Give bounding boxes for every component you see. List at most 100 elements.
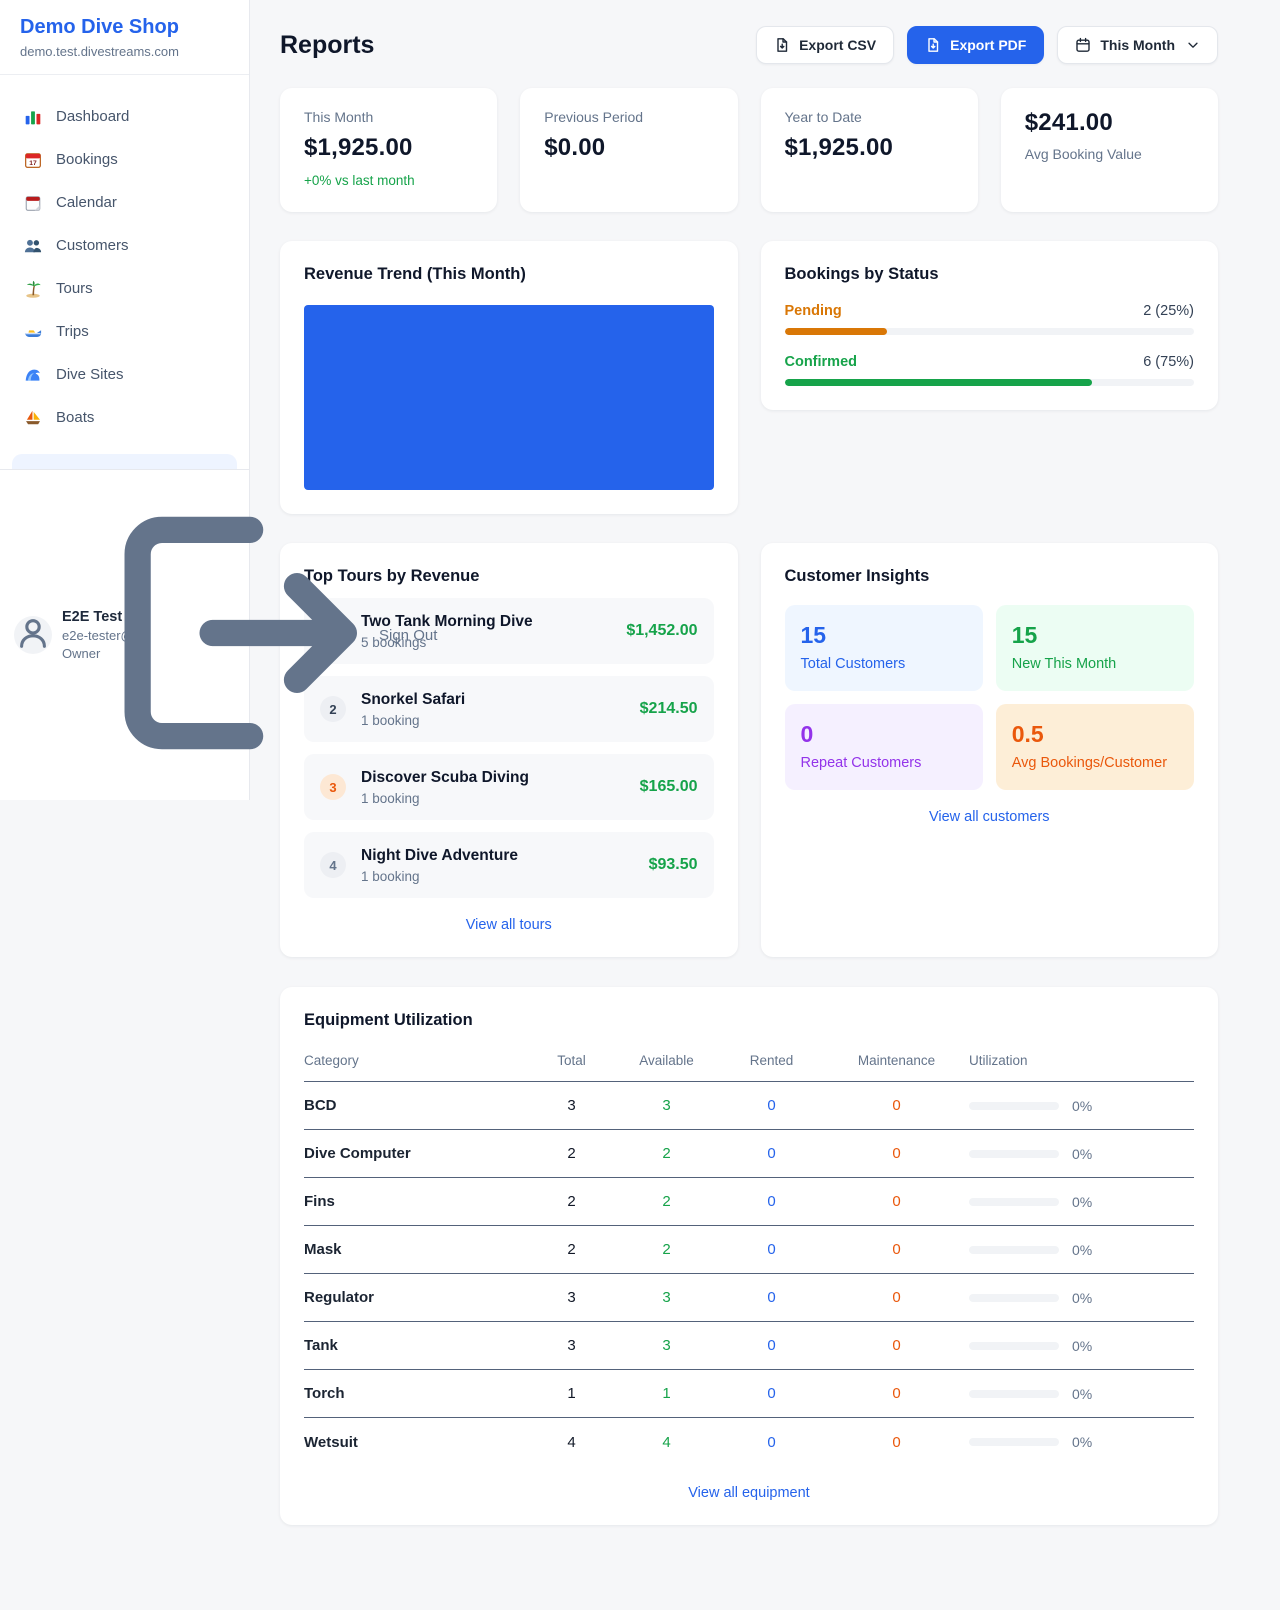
- customer-insights-title: Customer Insights: [785, 567, 1195, 586]
- insight-card: 15 Total Customers: [785, 605, 983, 691]
- equipment-table-row: Mask 2 2 0 0 0%: [304, 1226, 1194, 1274]
- stat-label: Previous Period: [544, 109, 643, 125]
- utilization-percent: 0%: [1072, 1194, 1092, 1210]
- col-rented: Rented: [719, 1053, 824, 1068]
- status-progress-track: [785, 379, 1195, 386]
- status-row: Confirmed 6 (75%): [785, 354, 1195, 386]
- tour-revenue: $93.50: [649, 856, 698, 874]
- utilization-percent: 0%: [1072, 1146, 1092, 1162]
- insight-value: 0: [801, 721, 967, 748]
- insight-label: Avg Bookings/Customer: [1012, 755, 1178, 771]
- stat-card: Avg Booking Value $241.00: [1001, 88, 1218, 212]
- svg-text:17: 17: [29, 160, 37, 167]
- equipment-total: 2: [529, 1145, 614, 1162]
- equipment-maintenance: 0: [824, 1193, 969, 1210]
- sidebar-item[interactable]: Customers: [0, 224, 249, 267]
- equipment-rented: 0: [719, 1385, 824, 1402]
- utilization-bar-track: [969, 1294, 1059, 1302]
- insight-value: 15: [1012, 622, 1178, 649]
- sidebar-nav: Dashboard 17 Bookings Calendar Customers…: [0, 75, 249, 451]
- stat-card: Year to Date $1,925.00: [761, 88, 978, 212]
- equipment-maintenance: 0: [824, 1097, 969, 1114]
- equipment-available: 4: [614, 1434, 719, 1451]
- equipment-available: 3: [614, 1337, 719, 1354]
- col-maintenance: Maintenance: [824, 1053, 969, 1068]
- insight-card: 15 New This Month: [996, 605, 1194, 691]
- equipment-available: 1: [614, 1385, 719, 1402]
- sidebar-item[interactable]: Dive Sites: [0, 353, 249, 396]
- utilization-bar-track: [969, 1198, 1059, 1206]
- equipment-rented: 0: [719, 1241, 824, 1258]
- equipment-category: Mask: [304, 1241, 529, 1258]
- col-utilization: Utilization: [969, 1053, 1194, 1068]
- status-label: Confirmed: [785, 354, 858, 370]
- sidebar-item[interactable]: Equipment: [0, 439, 249, 451]
- equipment-total: 3: [529, 1097, 614, 1114]
- utilization-percent: 0%: [1072, 1338, 1092, 1354]
- tour-rank-badge: 4: [320, 852, 346, 878]
- sidebar-item-label: Tours: [56, 280, 93, 297]
- sidebar-item-label: Boats: [56, 409, 94, 426]
- equipment-table-row: Fins 2 2 0 0 0%: [304, 1178, 1194, 1226]
- bar-chart-icon: [24, 108, 42, 126]
- insight-value: 0.5: [1012, 721, 1178, 748]
- stat-value: $1,925.00: [304, 134, 413, 162]
- equipment-maintenance: 0: [824, 1337, 969, 1354]
- tour-bookings-count: 1 booking: [361, 869, 634, 884]
- sidebar-item-reports-active-partial[interactable]: [12, 454, 237, 469]
- export-csv-button[interactable]: Export CSV: [756, 26, 894, 64]
- export-pdf-button[interactable]: Export PDF: [907, 26, 1044, 64]
- equipment-maintenance: 0: [824, 1289, 969, 1306]
- shop-domain: demo.test.divestreams.com: [20, 44, 229, 59]
- view-all-customers-link[interactable]: View all customers: [785, 809, 1195, 825]
- col-available: Available: [614, 1053, 719, 1068]
- period-selector-dropdown[interactable]: This Month: [1057, 26, 1218, 64]
- tour-name: Night Dive Adventure: [361, 847, 634, 865]
- sign-out-button[interactable]: Sign Out: [72, 483, 437, 787]
- equipment-maintenance: 0: [824, 1434, 969, 1451]
- equipment-table-row: Torch 1 1 0 0 0%: [304, 1370, 1194, 1418]
- file-download-icon: [925, 37, 941, 53]
- equipment-total: 3: [529, 1289, 614, 1306]
- customers-icon: [24, 237, 42, 255]
- utilization-percent: 0%: [1072, 1242, 1092, 1258]
- equipment-total: 4: [529, 1434, 614, 1451]
- stat-value: $241.00: [1025, 109, 1113, 137]
- utilization-percent: 0%: [1072, 1434, 1092, 1450]
- equipment-category: Dive Computer: [304, 1145, 529, 1162]
- sidebar-item[interactable]: 17 Bookings: [0, 138, 249, 181]
- revenue-trend-title: Revenue Trend (This Month): [304, 265, 714, 284]
- sidebar-item[interactable]: Boats: [0, 396, 249, 439]
- sidebar-item[interactable]: Calendar: [0, 181, 249, 224]
- tearoff-calendar-icon: [24, 194, 42, 212]
- status-count: 6 (75%): [1143, 354, 1194, 370]
- equipment-total: 2: [529, 1193, 614, 1210]
- sidebar-item[interactable]: Tours: [0, 267, 249, 310]
- sidebar-item[interactable]: Dashboard: [0, 95, 249, 138]
- stats-row: This Month $1,925.00 +0% vs last month P…: [280, 88, 1218, 212]
- stat-value: $0.00: [544, 134, 605, 162]
- wave-icon: [24, 366, 42, 384]
- view-all-tours-link[interactable]: View all tours: [304, 917, 714, 933]
- equipment-category: Wetsuit: [304, 1434, 529, 1451]
- equipment-table-row: Tank 3 3 0 0 0%: [304, 1322, 1194, 1370]
- col-total: Total: [529, 1053, 614, 1068]
- utilization-bar-track: [969, 1390, 1059, 1398]
- bookings-by-status-card: Bookings by Status Pending 2 (25%) Confi…: [761, 241, 1219, 410]
- equipment-available: 2: [614, 1241, 719, 1258]
- view-all-equipment-link[interactable]: View all equipment: [304, 1485, 1194, 1501]
- utilization-bar-track: [969, 1438, 1059, 1446]
- shop-name: Demo Dive Shop: [20, 16, 229, 39]
- sidebar-item-label: Trips: [56, 323, 89, 340]
- equipment-maintenance: 0: [824, 1241, 969, 1258]
- status-progress-track: [785, 328, 1195, 335]
- insight-label: Total Customers: [801, 656, 967, 672]
- insight-value: 15: [801, 622, 967, 649]
- sidebar-item[interactable]: Trips: [0, 310, 249, 353]
- stat-card: This Month $1,925.00 +0% vs last month: [280, 88, 497, 212]
- equipment-maintenance: 0: [824, 1145, 969, 1162]
- avatar: [14, 616, 52, 654]
- utilization-percent: 0%: [1072, 1290, 1092, 1306]
- customer-insights-card: Customer Insights 15 Total Customers 15 …: [761, 543, 1219, 957]
- stat-card: Previous Period $0.00: [520, 88, 737, 212]
